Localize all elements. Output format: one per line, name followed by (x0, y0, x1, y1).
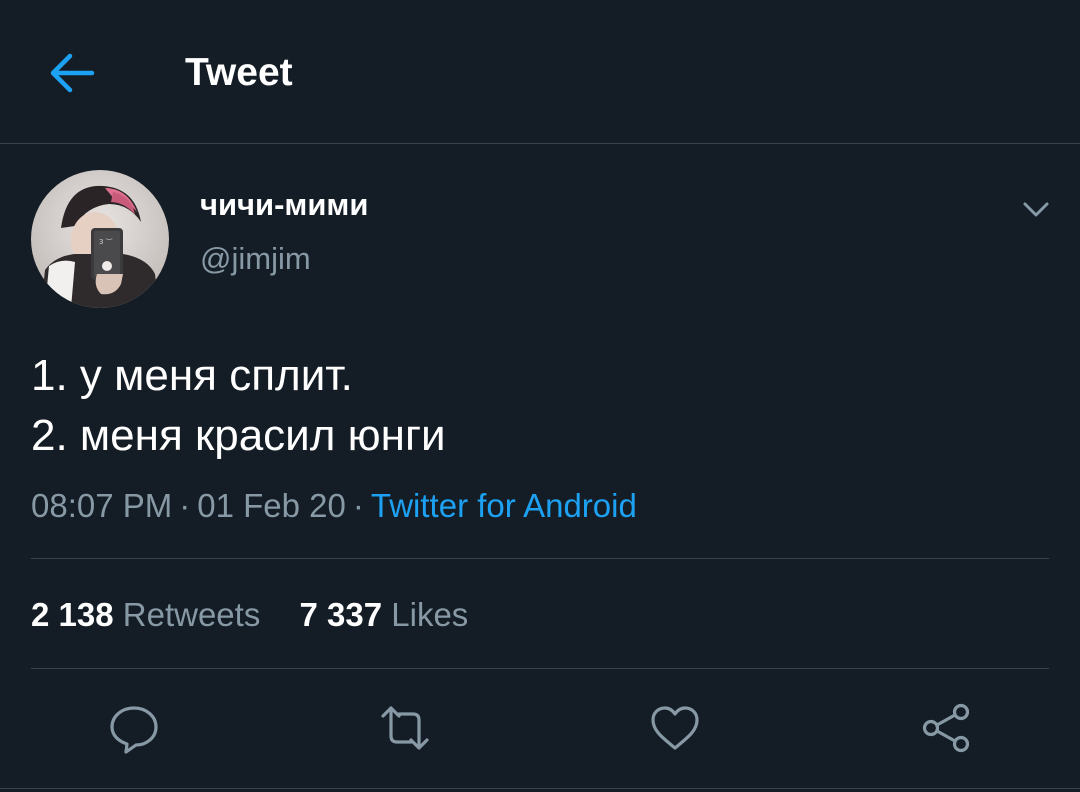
meta-separator: · (352, 487, 364, 524)
share-icon (922, 703, 970, 753)
tweet-time: 08:07 PM (31, 487, 173, 524)
tweet-stats: 2 138 Retweets 7 337 Likes (31, 594, 468, 636)
tweet-date: 01 Feb 20 (197, 487, 346, 524)
reply-button[interactable] (106, 700, 162, 756)
likes-label: Likes (391, 596, 469, 633)
avatar[interactable]: 3 ︶ (31, 170, 169, 308)
back-button[interactable] (44, 46, 98, 100)
likes-stat[interactable]: 7 337 Likes (300, 594, 469, 636)
chevron-down-icon (1023, 202, 1049, 217)
share-button[interactable] (917, 700, 973, 756)
user-avatar-image: 3 ︶ (31, 170, 169, 308)
like-button[interactable] (647, 700, 703, 756)
svg-text:3 ︶: 3 ︶ (99, 237, 113, 246)
author-handle[interactable]: @jimjim (200, 240, 311, 278)
app-header: Tweet (0, 0, 1080, 144)
reply-icon (110, 706, 158, 754)
divider (31, 668, 1049, 669)
likes-count: 7 337 (299, 596, 383, 633)
retweets-label: Retweets (122, 596, 261, 633)
arrow-left-icon (50, 53, 95, 93)
bottom-divider (0, 788, 1080, 789)
tweet-text: 1. у меня сплит. 2. меня красил юнги (31, 346, 446, 466)
retweets-count: 2 138 (31, 596, 114, 633)
heart-icon (651, 706, 699, 750)
retweet-icon (381, 706, 429, 750)
tweet-text-line: 2. меня красил юнги (31, 411, 446, 460)
tweet-text-line: 1. у меня сплит. (31, 351, 353, 400)
meta-separator: · (179, 487, 191, 524)
tweet-source-link[interactable]: Twitter for Android (371, 487, 637, 524)
retweet-button[interactable] (377, 700, 433, 756)
retweets-stat[interactable]: 2 138 Retweets (31, 594, 260, 636)
divider (31, 558, 1049, 559)
page-title: Tweet (185, 51, 293, 94)
more-options-button[interactable] (1016, 190, 1056, 230)
tweet-meta: 08:07 PM · 01 Feb 20 · Twitter for Android (31, 484, 637, 528)
author-display-name[interactable]: чичи-мими (200, 186, 368, 224)
